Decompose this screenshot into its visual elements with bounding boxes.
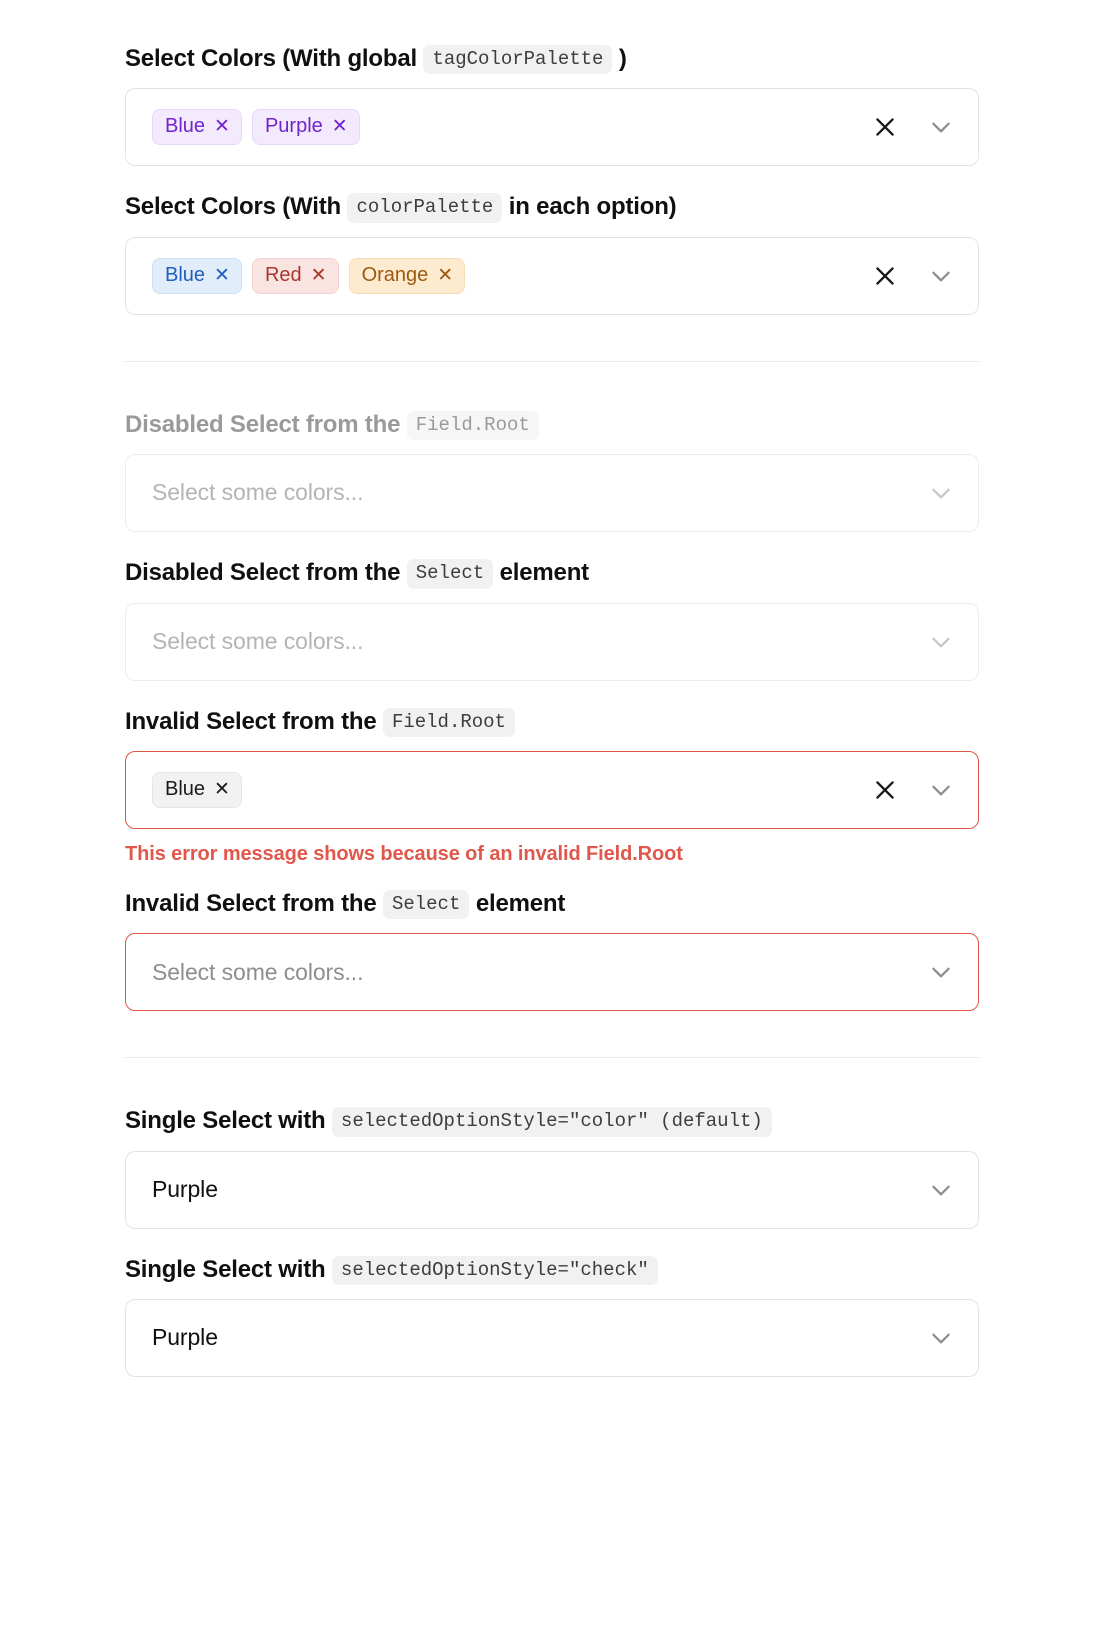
selected-tags-list: Blue ✕ Red ✕ Orange ✕ bbox=[152, 258, 860, 294]
tag-item[interactable]: Blue ✕ bbox=[152, 772, 242, 808]
select-trailing-icons bbox=[870, 112, 962, 142]
field-per-option-palette: Select Colors (With colorPalette in each… bbox=[125, 192, 979, 314]
label-text-prefix: Disabled Select from the bbox=[125, 559, 400, 586]
select-placeholder-wrap: Select some colors... bbox=[152, 479, 916, 507]
clear-all-icon[interactable] bbox=[870, 775, 900, 805]
inline-code-chip: selectedOptionStyle="check" bbox=[332, 1256, 658, 1285]
label-text-prefix: Invalid Select from the bbox=[125, 708, 376, 735]
label-single-check-style: Single Select with selectedOptionStyle="… bbox=[125, 1255, 979, 1285]
section-divider-2 bbox=[125, 1057, 979, 1058]
label-text-suffix: ) bbox=[619, 45, 627, 72]
inline-code-chip: Field.Root bbox=[407, 411, 539, 440]
chevron-down-icon[interactable] bbox=[926, 1175, 956, 1205]
tag-remove-icon[interactable]: ✕ bbox=[214, 117, 230, 136]
tag-remove-icon[interactable]: ✕ bbox=[332, 117, 348, 136]
selected-value: Purple bbox=[152, 1176, 218, 1204]
multi-select-invalid-field-root[interactable]: Blue ✕ bbox=[125, 751, 979, 829]
select-examples-container: Select Colors (With global tagColorPalet… bbox=[125, 0, 979, 1377]
tag-label: Blue bbox=[165, 115, 205, 138]
field-disabled-select-element: Disabled Select from the Select element … bbox=[125, 558, 979, 680]
select-trailing-icons bbox=[926, 1323, 962, 1353]
selected-value: Purple bbox=[152, 1324, 218, 1352]
chevron-down-icon[interactable] bbox=[926, 112, 956, 142]
inline-code-chip: tagColorPalette bbox=[423, 45, 612, 74]
select-trailing-icons bbox=[870, 261, 962, 291]
page-root: Select Colors (With global tagColorPalet… bbox=[0, 0, 1104, 1377]
field-invalid-select-element: Invalid Select from the Select element S… bbox=[125, 889, 979, 1011]
tag-label: Blue bbox=[165, 778, 205, 801]
label-disabled-select-element: Disabled Select from the Select element bbox=[125, 558, 979, 588]
tag-item[interactable]: Orange ✕ bbox=[349, 258, 466, 294]
field-global-palette: Select Colors (With global tagColorPalet… bbox=[125, 44, 979, 166]
chevron-down-icon bbox=[926, 627, 956, 657]
label-per-option-palette: Select Colors (With colorPalette in each… bbox=[125, 192, 979, 222]
label-global-palette: Select Colors (With global tagColorPalet… bbox=[125, 44, 979, 74]
label-invalid-field-root: Invalid Select from the Field.Root bbox=[125, 707, 979, 737]
tag-remove-icon[interactable]: ✕ bbox=[214, 780, 230, 799]
inline-code-chip: Select bbox=[407, 559, 493, 588]
section-divider-1 bbox=[125, 361, 979, 362]
label-text-prefix: Invalid Select from the bbox=[125, 890, 376, 917]
field-disabled-field-root: Disabled Select from the Field.Root Sele… bbox=[125, 410, 979, 532]
field-single-color-style: Single Select with selectedOptionStyle="… bbox=[125, 1106, 979, 1228]
chevron-down-icon[interactable] bbox=[926, 261, 956, 291]
select-value-wrap: Purple bbox=[152, 1176, 916, 1204]
label-text-prefix: Single Select with bbox=[125, 1256, 325, 1283]
multi-select-global-palette[interactable]: Blue ✕ Purple ✕ bbox=[125, 88, 979, 166]
label-text-suffix: in each option) bbox=[509, 193, 677, 220]
label-text-prefix: Single Select with bbox=[125, 1107, 325, 1134]
tag-remove-icon[interactable]: ✕ bbox=[311, 266, 327, 285]
tag-label: Blue bbox=[165, 264, 205, 287]
chevron-down-icon bbox=[926, 478, 956, 508]
inline-code-chip: selectedOptionStyle="color" (default) bbox=[332, 1107, 772, 1136]
select-trailing-icons bbox=[926, 1175, 962, 1205]
label-text-prefix: Select Colors (With bbox=[125, 193, 341, 220]
tag-remove-icon[interactable]: ✕ bbox=[437, 266, 453, 285]
clear-all-icon[interactable] bbox=[870, 112, 900, 142]
tag-label: Purple bbox=[265, 115, 323, 138]
tag-item[interactable]: Red ✕ bbox=[252, 258, 339, 294]
chevron-down-icon[interactable] bbox=[926, 957, 956, 987]
label-text-prefix: Select Colors (With global bbox=[125, 45, 417, 72]
multi-select-disabled-select-element: Select some colors... bbox=[125, 603, 979, 681]
selected-tags-list: Blue ✕ bbox=[152, 772, 860, 808]
select-trailing-icons bbox=[926, 627, 962, 657]
multi-select-invalid-select-element[interactable]: Select some colors... bbox=[125, 933, 979, 1011]
select-placeholder: Select some colors... bbox=[152, 479, 363, 507]
field-invalid-field-root: Invalid Select from the Field.Root Blue … bbox=[125, 707, 979, 867]
select-placeholder-wrap: Select some colors... bbox=[152, 959, 916, 987]
tag-label: Orange bbox=[362, 264, 429, 287]
single-select-color-style[interactable]: Purple bbox=[125, 1151, 979, 1229]
tag-label: Red bbox=[265, 264, 302, 287]
label-single-color-style: Single Select with selectedOptionStyle="… bbox=[125, 1106, 979, 1136]
selected-tags-list: Blue ✕ Purple ✕ bbox=[152, 109, 860, 145]
label-invalid-select-element: Invalid Select from the Select element bbox=[125, 889, 979, 919]
select-placeholder: Select some colors... bbox=[152, 628, 363, 656]
inline-code-chip: Select bbox=[383, 890, 469, 919]
clear-all-icon[interactable] bbox=[870, 261, 900, 291]
inline-code-chip: colorPalette bbox=[347, 193, 502, 222]
select-trailing-icons bbox=[926, 957, 962, 987]
field-error-message: This error message shows because of an i… bbox=[125, 842, 979, 867]
label-text-prefix: Disabled Select from the bbox=[125, 411, 400, 438]
label-disabled-field-root: Disabled Select from the Field.Root bbox=[125, 410, 979, 440]
chevron-down-icon[interactable] bbox=[926, 1323, 956, 1353]
tag-remove-icon[interactable]: ✕ bbox=[214, 266, 230, 285]
inline-code-chip: Field.Root bbox=[383, 708, 515, 737]
label-text-suffix: element bbox=[476, 890, 565, 917]
tag-item[interactable]: Blue ✕ bbox=[152, 109, 242, 145]
tag-item[interactable]: Purple ✕ bbox=[252, 109, 360, 145]
tag-item[interactable]: Blue ✕ bbox=[152, 258, 242, 294]
select-trailing-icons bbox=[926, 478, 962, 508]
multi-select-per-option-palette[interactable]: Blue ✕ Red ✕ Orange ✕ bbox=[125, 237, 979, 315]
single-select-check-style[interactable]: Purple bbox=[125, 1299, 979, 1377]
field-single-check-style: Single Select with selectedOptionStyle="… bbox=[125, 1255, 979, 1377]
multi-select-disabled-field-root: Select some colors... bbox=[125, 454, 979, 532]
chevron-down-icon[interactable] bbox=[926, 775, 956, 805]
select-placeholder: Select some colors... bbox=[152, 959, 363, 987]
label-text-suffix: element bbox=[500, 559, 589, 586]
select-trailing-icons bbox=[870, 775, 962, 805]
select-placeholder-wrap: Select some colors... bbox=[152, 628, 916, 656]
select-value-wrap: Purple bbox=[152, 1324, 916, 1352]
